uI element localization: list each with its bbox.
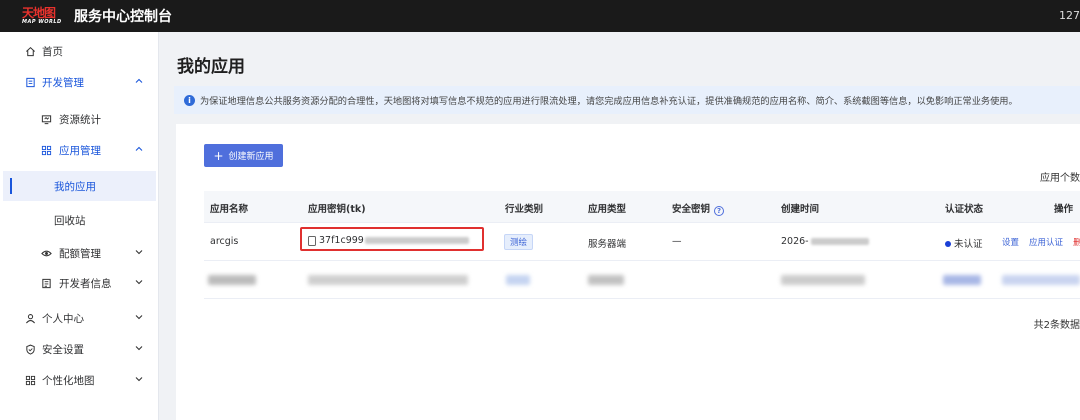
monitor-icon — [40, 113, 52, 125]
chevron-down-icon — [135, 280, 143, 285]
top-right-text: 127 — [1059, 9, 1080, 22]
copy-icon[interactable] — [308, 235, 316, 246]
app-auth-link[interactable]: 应用认证 — [1029, 238, 1063, 248]
redacted-cell — [781, 275, 865, 285]
sidebar-item-my-apps[interactable]: 我的应用 — [3, 171, 156, 201]
id-card-icon — [40, 277, 52, 289]
create-app-label: 创建新应用 — [228, 152, 274, 162]
cell-security-key: — — [672, 236, 682, 247]
redacted-time — [810, 238, 869, 245]
sidebar-item-dev-manage[interactable]: 开发管理 — [0, 67, 158, 97]
th-app-name: 应用名称 — [210, 204, 249, 215]
chevron-up-icon — [135, 146, 143, 151]
table-row: arcgis 37f1c999 测绘 服务器端 — 2026- 未认证 设置 应… — [204, 223, 1080, 261]
create-app-button[interactable]: + 创建新应用 — [204, 144, 283, 167]
chevron-down-icon — [135, 315, 143, 320]
help-icon[interactable]: ? — [714, 206, 725, 216]
chevron-down-icon — [135, 250, 143, 255]
tianditu-logo[interactable]: 天地图 MAP WORLD — [22, 3, 66, 29]
industry-tag: 测绘 — [504, 234, 534, 250]
sidebar-item-label: 我的应用 — [54, 180, 96, 193]
redacted-cell — [308, 275, 468, 285]
redacted-cell — [943, 275, 981, 285]
chevron-up-icon — [135, 78, 143, 83]
sidebar-item-label: 安全设置 — [42, 343, 84, 356]
redacted-cell — [588, 275, 624, 285]
sidebar: 首页 开发管理 资源统计 应用管理 我的应用 回收站 配额管理 开发者信息 个人… — [0, 32, 159, 420]
document-icon — [24, 76, 36, 88]
plus-icon: + — [213, 148, 224, 163]
logo-sub-text: MAP WORLD — [22, 19, 62, 25]
cell-app-key[interactable]: 37f1c999 — [308, 235, 469, 246]
cell-app-type: 服务器端 — [588, 239, 627, 250]
chevron-down-icon — [135, 377, 143, 382]
chevron-down-icon — [135, 346, 143, 351]
cell-auth-status: 未认证 — [945, 236, 983, 250]
delete-link[interactable]: 删除 — [1073, 238, 1080, 248]
sidebar-item-developer-info[interactable]: 开发者信息 — [0, 268, 158, 298]
top-bar: 天地图 MAP WORLD 服务中心控制台 127 — [0, 0, 1080, 32]
eye-icon — [40, 247, 52, 259]
th-security-key: 安全密钥? — [672, 201, 725, 216]
app-title: 服务中心控制台 — [74, 9, 172, 25]
shield-icon — [24, 343, 36, 355]
th-app-key: 应用密钥(tk) — [308, 204, 366, 215]
th-actions: 操作 — [1054, 204, 1074, 215]
sidebar-item-label: 回收站 — [54, 214, 86, 227]
th-created-time: 创建时间 — [781, 204, 820, 215]
redacted-key — [364, 237, 469, 244]
th-app-type: 应用类型 — [588, 204, 627, 215]
notice-banner: i 为保证地理信息公共服务资源分配的合理性，天地图将对填写信息不规范的应用进行限… — [174, 86, 1080, 114]
cell-app-name: arcgis — [210, 236, 239, 247]
sidebar-item-label: 开发管理 — [42, 76, 84, 89]
notice-text: 为保证地理信息公共服务资源分配的合理性，天地图将对填写信息不规范的应用进行限流处… — [200, 96, 1018, 107]
app-count-label: 应用个数 — [1040, 173, 1080, 184]
status-dot-icon — [945, 241, 951, 247]
th-auth-status: 认证状态 — [945, 204, 984, 215]
info-icon: i — [184, 94, 195, 106]
th-industry: 行业类别 — [505, 204, 544, 215]
sidebar-item-label: 个性化地图 — [42, 374, 95, 387]
sidebar-item-label: 应用管理 — [59, 144, 101, 157]
sidebar-item-recycle-bin[interactable]: 回收站 — [0, 205, 158, 235]
table-header: 应用名称 应用密钥(tk) 行业类别 应用类型 安全密钥? 创建时间 认证状态 … — [204, 191, 1080, 223]
total-count: 共2条数据 — [1033, 320, 1080, 331]
page-title: 我的应用 — [177, 57, 245, 77]
cell-actions: 设置 应用认证 删除 — [1002, 236, 1080, 248]
grid-icon — [40, 144, 52, 156]
redacted-cell — [208, 275, 256, 285]
table-row — [204, 261, 1080, 299]
redacted-cell — [1002, 275, 1080, 285]
sidebar-item-custom-map[interactable]: 个性化地图 — [0, 365, 158, 395]
app-key-text: 37f1c999 — [319, 235, 364, 246]
sidebar-item-label: 资源统计 — [59, 113, 101, 126]
home-icon — [24, 45, 36, 57]
sidebar-item-label: 首页 — [42, 45, 63, 58]
sidebar-item-security-settings[interactable]: 安全设置 — [0, 334, 158, 364]
sidebar-item-label: 个人中心 — [42, 312, 84, 325]
th-security-key-label: 安全密钥 — [672, 204, 711, 215]
redacted-cell — [506, 275, 530, 285]
sidebar-item-label: 开发者信息 — [59, 277, 112, 290]
grid-icon — [24, 374, 36, 386]
created-time-text: 2026- — [781, 236, 809, 247]
cell-created-time: 2026- — [781, 236, 869, 247]
sidebar-item-label: 配额管理 — [59, 247, 101, 260]
auth-status-text: 未认证 — [954, 239, 983, 250]
active-indicator — [10, 178, 12, 194]
sidebar-item-resource-stats[interactable]: 资源统计 — [0, 104, 158, 134]
sidebar-item-personal-center[interactable]: 个人中心 — [0, 303, 158, 333]
sidebar-item-app-manage[interactable]: 应用管理 — [0, 135, 158, 165]
sidebar-item-quota-manage[interactable]: 配额管理 — [0, 238, 158, 268]
settings-link[interactable]: 设置 — [1002, 238, 1019, 248]
app-list-card: + 创建新应用 应用个数 应用名称 应用密钥(tk) 行业类别 应用类型 安全密… — [176, 124, 1080, 420]
user-icon — [24, 312, 36, 324]
sidebar-item-home[interactable]: 首页 — [0, 36, 158, 66]
